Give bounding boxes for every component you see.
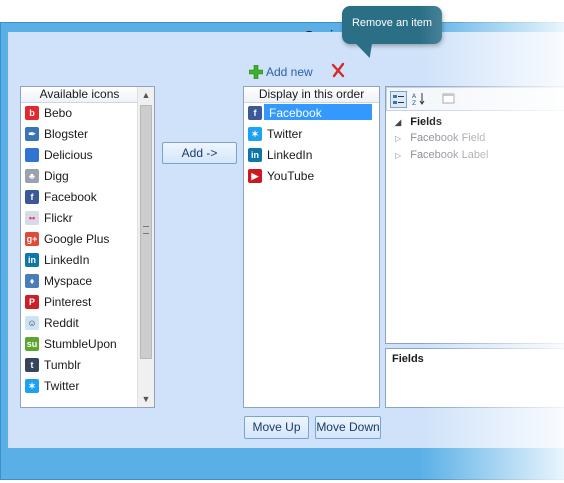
linkedin-icon: in <box>248 147 262 162</box>
property-pages-icon[interactable] <box>440 91 457 108</box>
list-item[interactable]: ✒ Blogster <box>21 124 154 145</box>
scroll-thumb[interactable] <box>140 105 152 359</box>
add-new-button[interactable]: Add new <box>266 65 313 79</box>
property-row[interactable]: ▷ Facebook Field <box>395 130 485 146</box>
list-item-label: Blogster <box>44 127 89 142</box>
digg-icon: ♣ <box>25 168 39 183</box>
list-item-label: Twitter <box>44 379 80 394</box>
available-scrollbar[interactable]: ▲ ▼ <box>137 87 154 407</box>
tumblr-icon: t <box>25 357 39 372</box>
description-title: Fields <box>392 353 424 365</box>
myspace-icon: ♦ <box>25 273 39 288</box>
display-order-list[interactable]: Display in this order f Facebook ✶ Twitter i… <box>243 86 380 408</box>
add-button[interactable]: Add -> <box>162 142 237 164</box>
list-item[interactable]: b Bebo <box>21 103 154 124</box>
property-grid-toolbar: AZ <box>386 87 564 111</box>
svg-text:A: A <box>412 93 417 100</box>
list-item-label: Pinterest <box>44 295 92 310</box>
categorized-icon[interactable] <box>390 91 407 108</box>
twitter-icon: ✶ <box>25 378 39 393</box>
list-item-label: LinkedIn <box>267 148 313 163</box>
display-items: f Facebook ✶ Twitter in LinkedIn ▶ YouTube <box>244 103 379 187</box>
list-item-label: Reddit <box>44 316 79 331</box>
list-item[interactable]: f Facebook <box>244 103 379 124</box>
category-row[interactable]: ◢ Fields <box>395 114 442 130</box>
list-item-label: Myspace <box>44 274 93 289</box>
list-item-label: Twitter <box>267 127 303 142</box>
available-icons-list[interactable]: Available icons b Bebo ✒ Blogster Delicious ♣… <box>20 86 155 408</box>
twitter-icon: ✶ <box>248 126 262 141</box>
bebo-icon: b <box>25 105 39 120</box>
list-item-label: YouTube <box>267 169 315 184</box>
list-item[interactable]: ♣ Digg <box>21 166 154 187</box>
facebook-icon: f <box>25 189 39 204</box>
property-row[interactable]: ▷ Facebook Label <box>395 147 489 163</box>
remove-item-tooltip: Remove an item <box>342 6 442 44</box>
delicious-icon <box>25 147 39 162</box>
pinterest-icon: P <box>25 294 39 309</box>
property-label: Facebook Field <box>410 132 486 144</box>
list-item[interactable]: ✶ Twitter <box>244 124 379 145</box>
available-icons-header: Available icons <box>21 87 138 103</box>
list-item[interactable]: ▶ YouTube <box>244 166 379 187</box>
property-label: Facebook Label <box>410 149 489 161</box>
list-item[interactable]: in LinkedIn <box>244 145 379 166</box>
expand-icon[interactable]: ▷ <box>395 151 401 160</box>
scroll-down-button[interactable]: ▼ <box>138 391 154 407</box>
display-order-header: Display in this order <box>244 87 379 103</box>
list-item[interactable]: su StumbleUpon <box>21 334 154 355</box>
list-item[interactable]: in LinkedIn <box>21 250 154 271</box>
add-new-icon[interactable] <box>248 64 264 80</box>
list-item-label: Delicious <box>44 148 93 163</box>
scroll-up-button[interactable]: ▲ <box>138 87 154 103</box>
list-item-label: Tumblr <box>44 358 81 373</box>
list-item[interactable]: Delicious <box>21 145 154 166</box>
list-item[interactable]: ✶ Twitter <box>21 376 154 397</box>
list-item[interactable]: ☺ Reddit <box>21 313 154 334</box>
youtube-icon: ▶ <box>248 168 262 183</box>
list-item-label: Digg <box>44 169 69 184</box>
list-item-label: StumbleUpon <box>44 337 117 352</box>
svg-text:Z: Z <box>412 100 416 106</box>
list-item-label: Facebook <box>44 190 97 205</box>
facebook-icon: f <box>248 105 262 120</box>
stumbleupon-icon: su <box>25 336 39 351</box>
list-item-label: Facebook <box>267 106 324 121</box>
tooltip-text: Remove an item <box>351 17 433 29</box>
available-items: b Bebo ✒ Blogster Delicious ♣ Digg f Facebook •• F… <box>21 103 154 397</box>
move-up-button[interactable]: Move Up <box>244 416 309 439</box>
description-panel: Fields <box>385 348 564 408</box>
list-item[interactable]: f Facebook <box>21 187 154 208</box>
reddit-icon: ☺ <box>25 315 39 330</box>
linkedin-icon: in <box>25 252 39 267</box>
list-item-label: Flickr <box>44 211 73 226</box>
blogster-icon: ✒ <box>25 126 39 141</box>
category-label: Fields <box>410 116 443 128</box>
remove-item-icon[interactable] <box>330 62 346 78</box>
list-item[interactable]: •• Flickr <box>21 208 154 229</box>
move-down-button[interactable]: Move Down <box>315 416 381 439</box>
list-item[interactable]: g+ Google Plus <box>21 229 154 250</box>
expand-icon[interactable]: ▷ <box>395 134 401 143</box>
list-item[interactable]: t Tumblr <box>21 355 154 376</box>
list-item[interactable]: P Pinterest <box>21 292 154 313</box>
collapse-icon[interactable]: ◢ <box>395 118 401 127</box>
list-item-label: Bebo <box>44 106 73 121</box>
list-item-label: LinkedIn <box>44 253 90 268</box>
flickr-icon: •• <box>25 210 39 225</box>
list-item[interactable]: ♦ Myspace <box>21 271 154 292</box>
google-plus-icon: g+ <box>25 231 39 246</box>
list-item-label: Google Plus <box>44 232 110 247</box>
alphabetical-sort-icon[interactable]: AZ <box>410 91 427 108</box>
